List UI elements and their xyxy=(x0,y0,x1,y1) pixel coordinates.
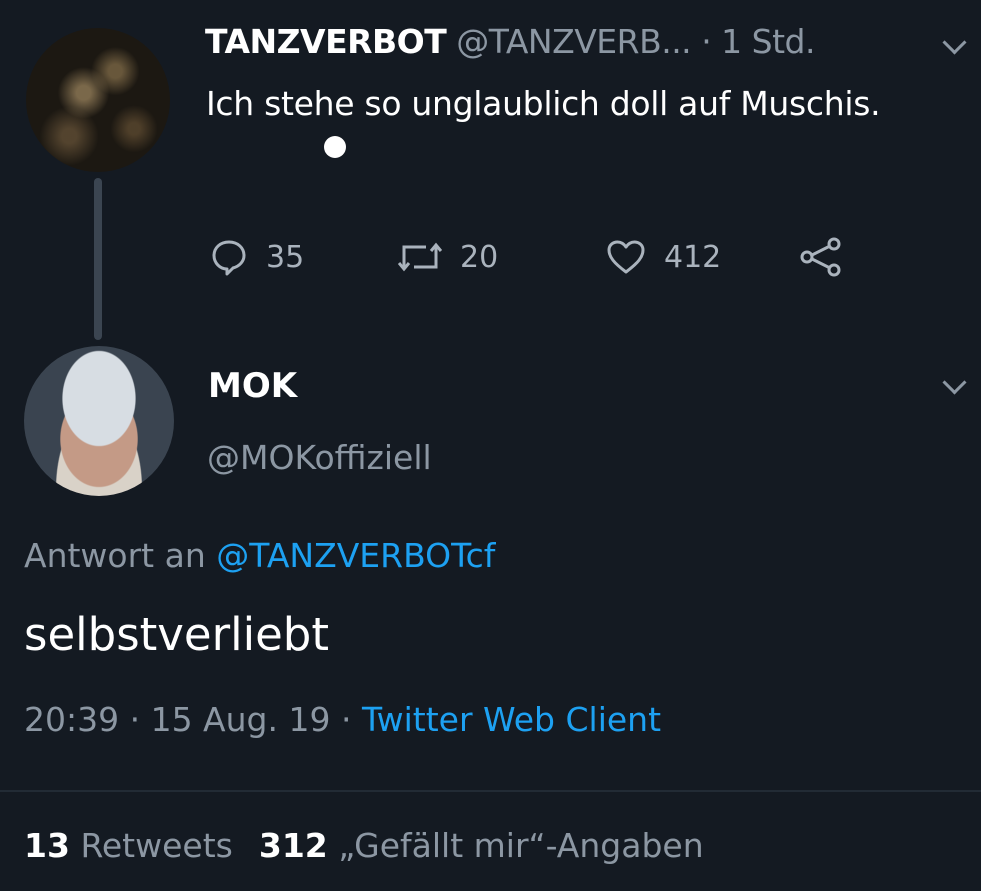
like-count: 412 xyxy=(664,239,722,275)
like-button[interactable]: 412 xyxy=(606,232,721,282)
parent-author-name[interactable]: TANZVERBOT xyxy=(205,22,447,61)
retweet-count: 20 xyxy=(460,239,499,275)
reply-author-name[interactable]: MOK xyxy=(208,366,297,406)
reply-avatar[interactable] xyxy=(24,346,174,496)
tweet-page: TANZVERBOT @TANZVERB... · 1 Std. Ich ste… xyxy=(0,0,981,891)
parent-author-line: TANZVERBOT @TANZVERB... · 1 Std. xyxy=(205,22,815,61)
parent-avatar[interactable] xyxy=(26,28,170,172)
retweets-label: Retweets xyxy=(80,826,233,865)
share-icon xyxy=(798,237,844,277)
likes-count: 312 xyxy=(258,826,328,865)
reply-button[interactable]: 35 xyxy=(210,232,304,282)
likes-stat[interactable]: 312 „Gefällt mir“-Angaben xyxy=(259,826,704,865)
parent-tweet-time[interactable]: · 1 Std. xyxy=(701,22,815,61)
reply-author-handle[interactable]: @MOKoffiziell xyxy=(207,438,432,477)
likes-label: „Gefällt mir“-Angaben xyxy=(338,826,704,865)
reply-to-line: Antwort an @TANZVERBOTcf xyxy=(24,536,495,575)
retweet-button[interactable]: 20 xyxy=(398,232,498,282)
tweet-meta-line: 20:39 · 15 Aug. 19 · Twitter Web Client xyxy=(24,700,661,739)
retweet-icon xyxy=(398,239,442,275)
chevron-down-icon[interactable] xyxy=(942,370,967,395)
heart-icon xyxy=(606,239,646,275)
speech-bubble-icon xyxy=(210,238,248,276)
tweet-timestamp: 20:39 · 15 Aug. 19 · xyxy=(24,700,352,739)
reply-tweet-text: selbstverliebt xyxy=(24,608,330,661)
share-button[interactable] xyxy=(798,232,844,282)
parent-tweet-text: Ich stehe so unglaublich doll auf Muschi… xyxy=(206,84,881,123)
reply-to-mention-link[interactable]: @TANZVERBOTcf xyxy=(216,536,495,575)
chevron-down-icon[interactable] xyxy=(942,30,967,55)
client-link[interactable]: Twitter Web Client xyxy=(362,700,661,739)
reply-to-label: Antwort an xyxy=(24,536,206,575)
tweet-stats: 13 Retweets 312 „Gefällt mir“-Angaben xyxy=(24,826,704,865)
parent-author-handle[interactable]: @TANZVERB... xyxy=(456,22,691,61)
retweets-count: 13 xyxy=(24,826,70,865)
retweets-stat[interactable]: 13 Retweets xyxy=(24,826,233,865)
cursor-icon xyxy=(324,136,346,158)
thread-connector-line xyxy=(94,178,102,340)
divider xyxy=(0,790,981,792)
reply-count: 35 xyxy=(266,239,305,275)
